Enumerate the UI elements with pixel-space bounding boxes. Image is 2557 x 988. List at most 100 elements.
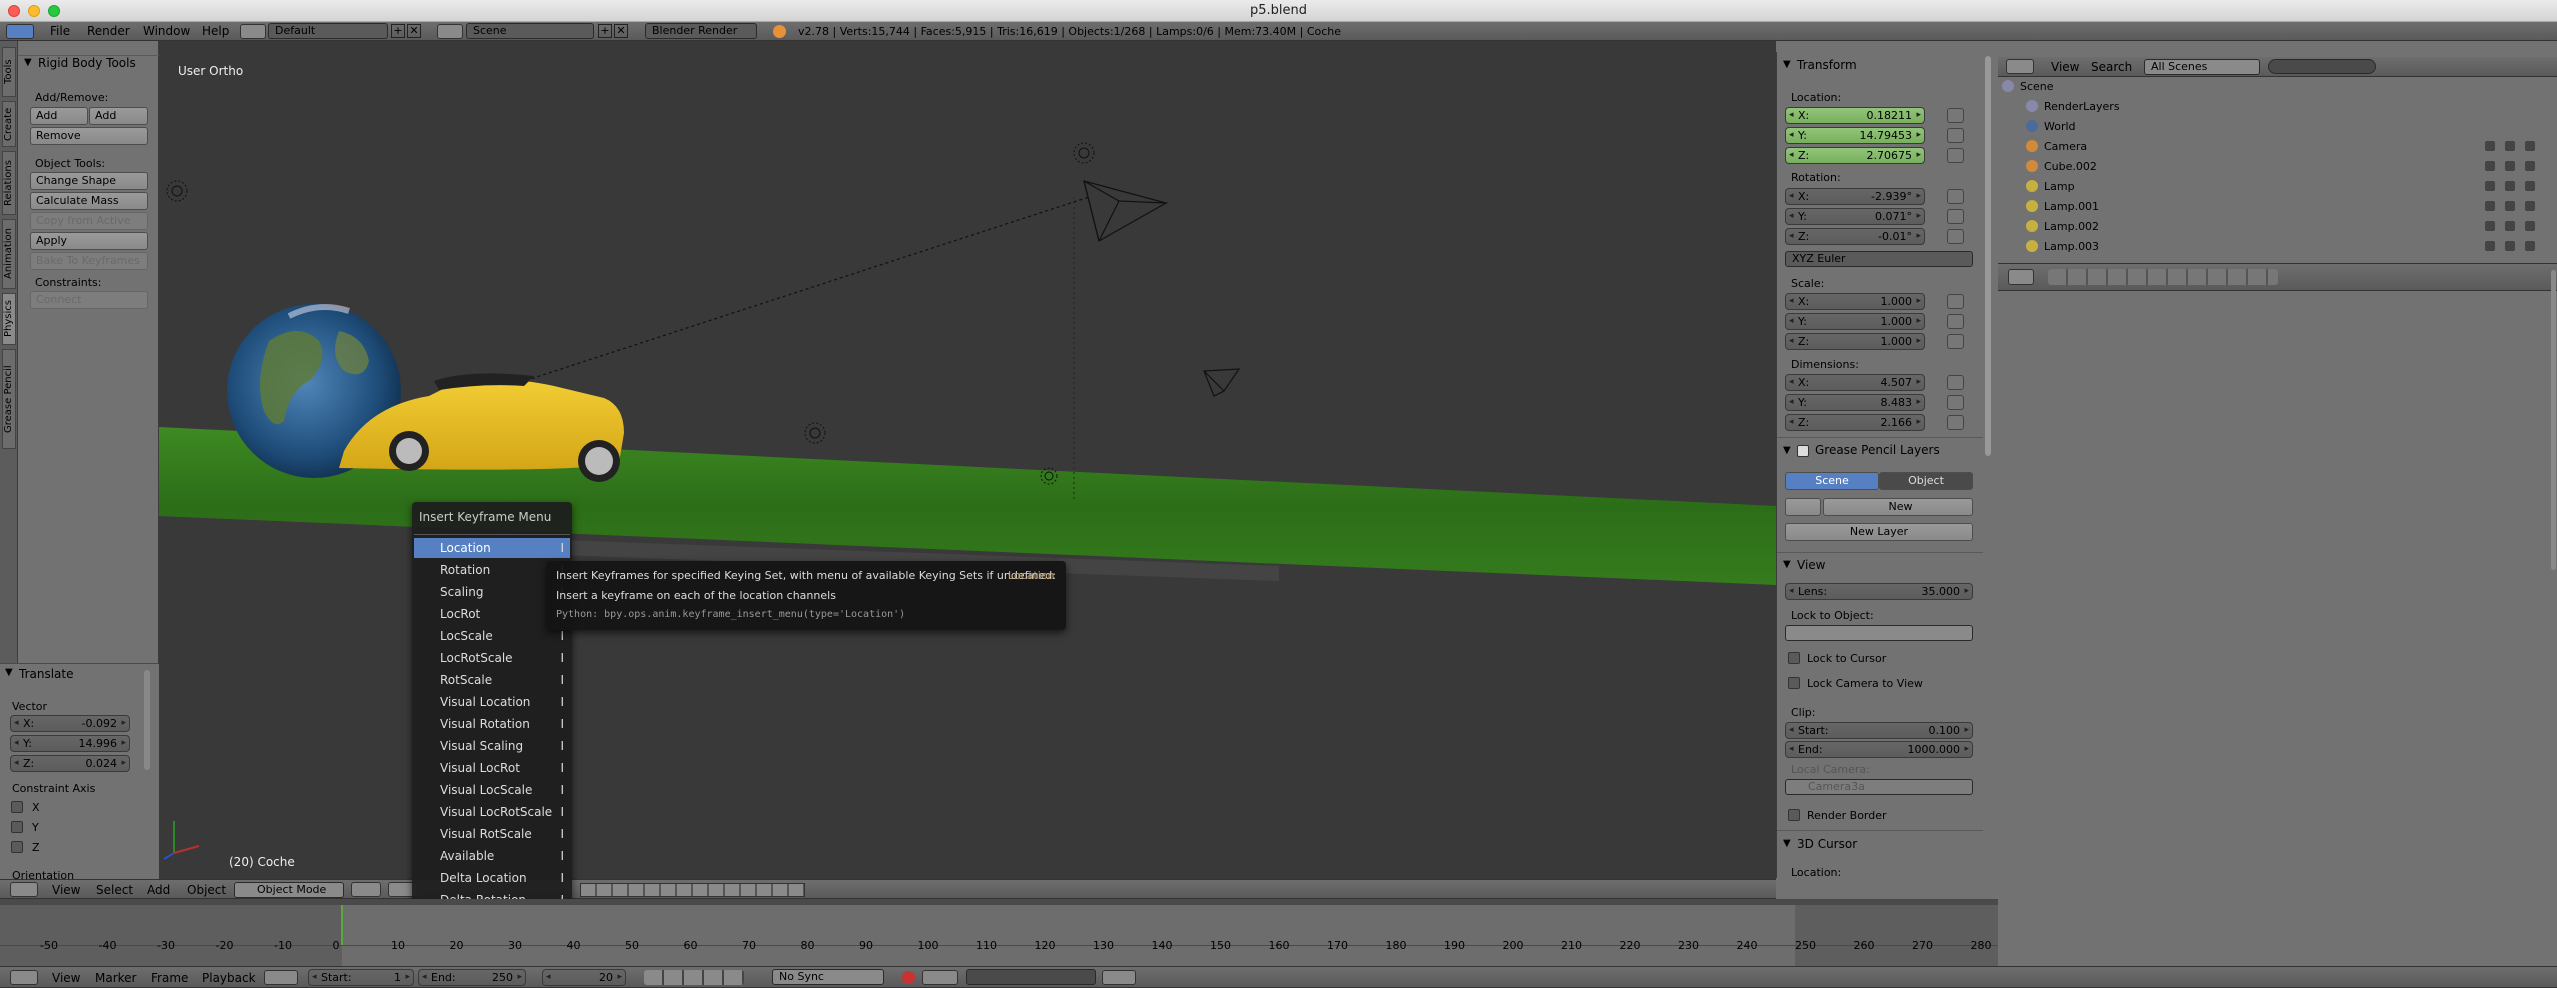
tab-tools[interactable]: Tools [2, 47, 16, 97]
menu-item[interactable]: LocRotScale I [414, 648, 570, 668]
tab-physics[interactable]: Physics [2, 293, 16, 345]
tab-animation[interactable]: Animation [2, 219, 16, 289]
axis-z-checkbox[interactable] [11, 841, 23, 853]
camera-icon[interactable] [2525, 201, 2535, 211]
eye-icon[interactable] [2485, 181, 2495, 191]
collapse-icon[interactable]: ▼ [5, 667, 13, 678]
outliner-item[interactable]: Lamp.003 [1998, 237, 2557, 257]
menu-item[interactable]: Visual Scaling I [414, 736, 570, 756]
connect-button[interactable]: Connect [30, 291, 148, 309]
outliner-menu-search[interactable]: Search [2091, 60, 2132, 74]
eye-icon[interactable] [2485, 201, 2495, 211]
editor-type-icon[interactable] [10, 882, 38, 897]
translate-y-field[interactable]: ◂ Y: 14.996 ▸ [10, 735, 130, 752]
keying-icon[interactable] [922, 970, 958, 985]
layer-buttons[interactable] [580, 883, 805, 897]
add-layout-icon[interactable]: + [391, 24, 405, 38]
rot-z-field[interactable]: ◂ Z: -0.01° ▸ [1785, 228, 1925, 245]
loc-z-field[interactable]: ◂ Z: 2.70675 ▸ [1785, 147, 1925, 164]
outliner-editor-icon[interactable] [2006, 59, 2034, 74]
menu-help[interactable]: Help [202, 24, 229, 38]
rot-y-field[interactable]: ◂ Y: 0.071° ▸ [1785, 208, 1925, 225]
lock-icon[interactable] [1947, 189, 1964, 204]
mode-select[interactable]: Object Mode [234, 882, 344, 898]
rotation-mode-select[interactable]: XYZ Euler [1785, 251, 1973, 267]
menu-item[interactable]: Delta Location I [414, 868, 570, 888]
menu-render[interactable]: Render [87, 24, 130, 38]
dim-y-field[interactable]: ◂ Y: 8.483 ▸ [1785, 394, 1925, 411]
remove-button[interactable]: Remove [30, 127, 148, 145]
menu-item[interactable]: Visual LocRotScale I [414, 802, 570, 822]
menu-item[interactable]: Visual LocScale I [414, 780, 570, 800]
menu-file[interactable]: File [50, 24, 70, 38]
lock-object-field[interactable] [1785, 625, 1973, 641]
menu-item[interactable]: RotScale I [414, 670, 570, 690]
apply-transformation-button[interactable]: Apply Transformation [30, 232, 148, 263]
gp-layers-checkbox[interactable] [1797, 445, 1809, 457]
clip-start-field[interactable]: ◂ Start: 0.100 ▸ [1785, 722, 1973, 739]
scl-y-field[interactable]: ◂ Y: 1.000 ▸ [1785, 313, 1925, 330]
menu-add[interactable]: Add [147, 883, 170, 897]
outliner-search-input[interactable] [2268, 59, 2376, 74]
outliner-item[interactable]: RenderLayers [1998, 97, 2557, 117]
lock-icon[interactable] [1947, 108, 1964, 123]
lock-to-cursor-checkbox[interactable] [1788, 652, 1800, 664]
end-frame-field[interactable]: ◂ End: 250 ▸ [418, 969, 526, 986]
remove-scene-icon[interactable]: ✕ [614, 24, 628, 38]
layout-icon[interactable] [240, 24, 266, 39]
calculate-mass-button[interactable]: Calculate Mass [30, 192, 148, 210]
sync-select[interactable]: No Sync [772, 969, 884, 985]
menu-item[interactable]: Available I [414, 846, 570, 866]
render-border-checkbox[interactable] [1788, 809, 1800, 821]
collapse-icon[interactable]: ▼ [1783, 559, 1791, 570]
scl-x-field[interactable]: ◂ X: 1.000 ▸ [1785, 293, 1925, 310]
tab-grease-pencil[interactable]: Grease Pencil [2, 349, 16, 449]
scl-z-field[interactable]: ◂ Z: 1.000 ▸ [1785, 333, 1925, 350]
cursor-icon[interactable] [2505, 221, 2515, 231]
add-passive-button[interactable]: Add Passiv [89, 107, 148, 138]
tab-relations[interactable]: Relations [2, 151, 16, 215]
lock-icon[interactable] [1947, 314, 1964, 329]
menu-view[interactable]: View [52, 883, 80, 897]
properties-editor-scrollbar[interactable] [2551, 270, 2556, 570]
current-frame-field[interactable]: ◂ 20 ▸ [542, 969, 626, 986]
lens-field[interactable]: ◂ Lens: 35.000 ▸ [1785, 583, 1973, 600]
translate-z-field[interactable]: ◂ Z: 0.024 ▸ [10, 755, 130, 772]
lock-icon[interactable] [1947, 148, 1964, 163]
preview-range-icon[interactable] [264, 970, 298, 985]
dim-z-field[interactable]: ◂ Z: 2.166 ▸ [1785, 414, 1925, 431]
gp-new-button[interactable]: New [1823, 498, 1973, 516]
eye-icon[interactable] [2485, 161, 2495, 171]
timeline-editor-icon[interactable] [10, 970, 38, 985]
camera-icon[interactable] [2525, 241, 2535, 251]
remove-layout-icon[interactable]: ✕ [407, 24, 421, 38]
cursor-icon[interactable] [2505, 161, 2515, 171]
render-engine-select[interactable]: Blender Render [645, 23, 757, 39]
scene-field[interactable]: Scene [466, 23, 594, 39]
lock-icon[interactable] [1947, 334, 1964, 349]
3d-viewport[interactable]: User Ortho (20) Coche [159, 41, 1776, 879]
scene-icon[interactable] [437, 24, 463, 39]
menu-object[interactable]: Object [187, 883, 226, 897]
properties-editor-icon[interactable] [2008, 269, 2034, 285]
lock-icon[interactable] [1947, 294, 1964, 309]
outliner-item[interactable]: Camera [1998, 137, 2557, 157]
menu-item[interactable]: Visual RotScale I [414, 824, 570, 844]
dim-x-field[interactable]: ◂ X: 4.507 ▸ [1785, 374, 1925, 391]
bake-to-keyframes-button[interactable]: Bake To Keyframes [30, 252, 148, 270]
keying-set-field[interactable] [966, 969, 1096, 985]
scrollbar[interactable] [144, 670, 150, 770]
timeline-menu-view[interactable]: View [52, 971, 80, 985]
gp-scene-button[interactable]: Scene [1785, 472, 1879, 490]
lock-icon[interactable] [1947, 395, 1964, 410]
cursor-icon[interactable] [2505, 241, 2515, 251]
outliner-item[interactable]: Lamp [1998, 177, 2557, 197]
outliner-item[interactable]: Lamp.001 [1998, 197, 2557, 217]
cursor-icon[interactable] [2505, 141, 2515, 151]
display-mode-select[interactable]: All Scenes [2144, 59, 2260, 75]
menu-item[interactable]: Visual LocRot I [414, 758, 570, 778]
gp-icon-button[interactable] [1785, 498, 1821, 516]
collapse-icon[interactable]: ▼ [1783, 838, 1791, 849]
copy-from-active-button[interactable]: Copy from Active [30, 212, 148, 230]
gp-object-button[interactable]: Object [1879, 472, 1973, 490]
